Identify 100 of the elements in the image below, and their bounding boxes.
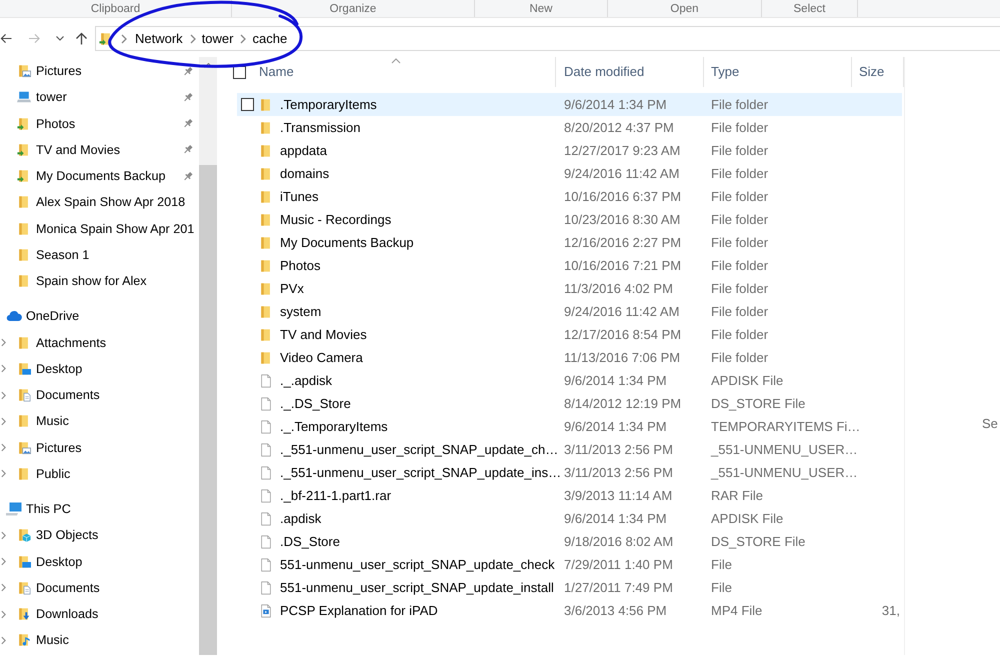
chevron-icon[interactable] — [1, 416, 6, 426]
ribbon-group-label: Select — [794, 2, 826, 16]
folder-icon — [259, 236, 273, 250]
chevron-icon[interactable] — [1, 636, 6, 645]
date-modified: 9/6/2014 1:34 PM — [564, 96, 667, 112]
laptop-icon — [17, 90, 31, 104]
file-name: domains — [280, 164, 330, 183]
sidebar-item[interactable]: OneDrive — [6, 308, 80, 324]
file-type: File folder — [711, 212, 768, 227]
file-name: ._.DS_Store — [280, 394, 351, 413]
file-type: RAR File — [711, 488, 764, 503]
downloads-folder-icon — [17, 607, 31, 622]
sidebar-item[interactable]: Documents — [17, 387, 100, 404]
folder-icon — [259, 304, 273, 318]
chevron-icon[interactable] — [1, 469, 6, 478]
file-type: File folder — [711, 304, 768, 319]
file-name: Video Camera — [280, 348, 363, 367]
column-header[interactable]: Size — [852, 57, 904, 87]
sidebar-item[interactable]: TV and Movies — [17, 142, 120, 158]
sidebar-item[interactable]: Music — [17, 632, 69, 648]
file-name: .Transmission — [280, 118, 360, 137]
caret-icon — [56, 36, 64, 41]
file-type: File folder — [711, 234, 768, 250]
date-modified: 11/3/2016 4:02 PM — [564, 280, 673, 296]
file-name: TV and Movies — [280, 326, 367, 344]
date-modified: 3/6/2013 4:56 PM — [564, 602, 667, 618]
up-arrow-icon — [75, 32, 88, 45]
file-row[interactable]: .TemporaryItems 9/6/2014 1:34 PM File folder — [237, 93, 902, 116]
file-name: .TemporaryItems — [280, 96, 377, 114]
sidebar-item[interactable]: My Documents Backup — [17, 168, 166, 184]
address-bar[interactable]: Network tower cache — [95, 26, 1000, 51]
date-modified: 9/6/2014 1:34 PM — [564, 510, 667, 526]
date-modified: 10/16/2016 6:37 PM — [564, 188, 682, 204]
sidebar-item[interactable]: Alex Spain Show Apr 2018 — [17, 194, 186, 210]
sidebar-item[interactable]: tower — [17, 89, 67, 106]
chevron-icon[interactable] — [1, 390, 6, 400]
folder-icon — [259, 98, 273, 112]
shortcut-folder-icon — [17, 116, 31, 131]
column-header[interactable]: Date modified — [556, 57, 704, 87]
file-name: 551-unmenu_user_script_SNAP_update_install — [280, 578, 554, 597]
file-type: File folder — [711, 326, 768, 342]
breadcrumb-item[interactable]: tower — [198, 30, 236, 46]
scrollbar[interactable] — [199, 57, 217, 655]
sidebar-item[interactable]: Monica Spain Show Apr 201 — [17, 220, 194, 237]
file-type: _551-UNMENU_USER… — [711, 442, 858, 457]
folder-icon — [259, 350, 273, 364]
chevron-icon[interactable] — [1, 443, 6, 452]
sidebar-item[interactable]: Season 1 — [17, 246, 90, 263]
sidebar-item[interactable]: Music — [17, 413, 69, 430]
folder-icon — [259, 166, 273, 180]
file-icon — [259, 420, 273, 434]
folder-icon — [259, 144, 273, 158]
folder-icon — [259, 212, 273, 226]
chevron-icon[interactable] — [1, 557, 6, 566]
sidebar-item[interactable]: 3D Objects — [17, 527, 98, 544]
date-modified: 10/23/2016 8:30 AM — [564, 212, 680, 227]
sidebar-item[interactable]: Pictures — [17, 440, 82, 456]
file-icon — [259, 374, 273, 388]
ribbon-group-label: Organize — [330, 2, 376, 16]
cube-folder-icon — [17, 528, 31, 542]
file-size: 31, — [882, 602, 900, 618]
file-name: ._.TemporaryItems — [280, 418, 388, 436]
file-name: ._551-unmenu_user_script_SNAP_update_ins… — [280, 464, 562, 482]
sidebar-item[interactable]: Pictures — [17, 63, 82, 80]
breadcrumb-item[interactable]: Network — [132, 30, 186, 46]
documents-folder-icon — [17, 580, 31, 595]
row-checkbox[interactable] — [241, 98, 254, 111]
sidebar-item[interactable]: Attachments — [17, 334, 106, 351]
column-header[interactable]: Name — [255, 57, 556, 87]
chevron-icon[interactable] — [1, 610, 6, 619]
chevron-icon[interactable] — [1, 530, 6, 540]
sidebar-item[interactable]: Desktop — [17, 360, 82, 377]
sidebar-item[interactable]: Documents — [17, 580, 100, 596]
date-modified: 9/6/2014 1:34 PM — [564, 372, 667, 388]
shortcut-folder-icon — [17, 169, 31, 184]
scroll-thumb[interactable] — [199, 165, 217, 655]
sidebar-item[interactable]: Desktop — [17, 554, 82, 570]
file-icon — [259, 512, 273, 526]
column-header[interactable]: Type — [704, 57, 852, 87]
sidebar-item[interactable]: Photos — [17, 116, 76, 132]
sidebar-item[interactable]: Public — [17, 466, 70, 482]
file-name: system — [280, 302, 322, 321]
chevron-icon[interactable] — [1, 583, 6, 592]
file-type: File folder — [711, 280, 768, 296]
sidebar-item[interactable]: This PC — [6, 501, 71, 518]
file-icon — [259, 488, 273, 502]
chevron-icon[interactable] — [1, 364, 6, 374]
sidebar-item[interactable]: Downloads — [17, 606, 98, 622]
monitor-icon — [6, 501, 22, 518]
music-folder-icon — [17, 633, 31, 648]
desktop-folder-icon — [17, 362, 31, 376]
file-type: File folder — [711, 96, 768, 112]
file-name: PVx — [280, 280, 304, 298]
sidebar-item[interactable]: Spain show for Alex — [17, 273, 147, 290]
chevron-icon[interactable] — [1, 338, 6, 348]
file-type: TEMPORARYITEMS Fi… — [711, 418, 860, 434]
breadcrumb-item[interactable]: cache — [249, 30, 290, 46]
folder-icon — [259, 328, 273, 342]
ribbon-group-label: Clipboard — [90, 2, 140, 16]
file-icon — [259, 442, 273, 456]
